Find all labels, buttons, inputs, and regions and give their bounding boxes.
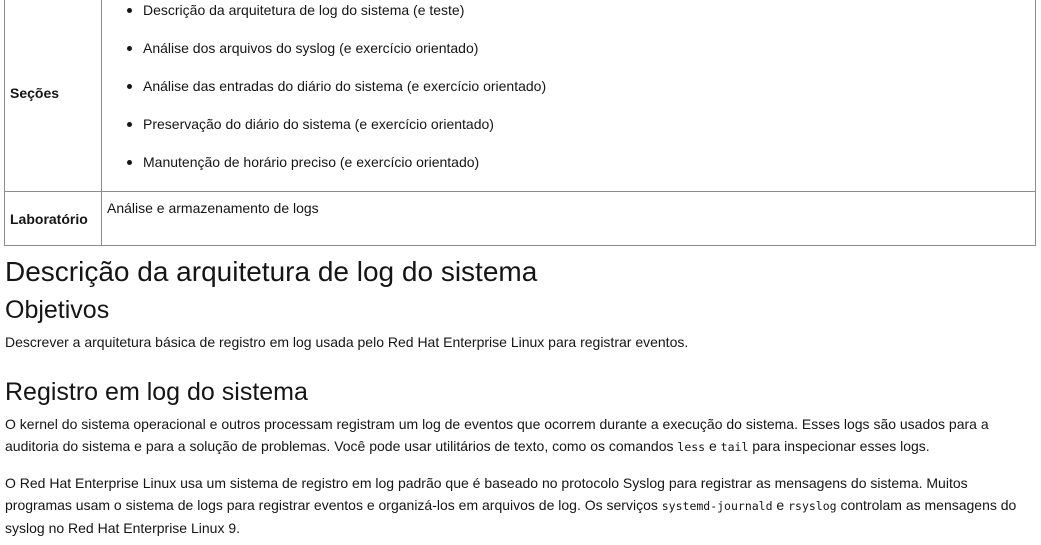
- sections-label: Seções: [4, 0, 102, 192]
- lab-value[interactable]: Análise e armazenamento de logs: [101, 191, 1036, 246]
- paragraph-1: O kernel do sistema operacional e outros…: [5, 413, 1035, 458]
- document-body: Descrição da arquitetura de log do siste…: [5, 252, 1035, 539]
- section-heading: Registro em log do sistema: [5, 378, 308, 406]
- code-tail: tail: [720, 440, 749, 454]
- objectives-text: Descrever a arquitetura básica de regist…: [5, 334, 689, 350]
- sections-row: Seções Descrição da arquitetura de log d…: [4, 0, 1036, 192]
- section-item[interactable]: Manutenção de horário preciso (e exercíc…: [127, 150, 1035, 188]
- section-item[interactable]: Descrição da arquitetura de log do siste…: [127, 0, 1035, 36]
- section-item[interactable]: Preservação do diário do sistema (e exer…: [127, 112, 1035, 150]
- code-rsyslog: rsyslog: [788, 499, 837, 513]
- paragraph-1-text-c: para inspecionar esses logs.: [748, 438, 930, 454]
- paragraph-2: O Red Hat Enterprise Linux usa um sistem…: [5, 472, 1035, 539]
- chapter-outline-table: Seções Descrição da arquitetura de log d…: [4, 0, 1036, 246]
- lab-label: Laboratório: [4, 191, 102, 246]
- objectives-heading: Objetivos: [5, 296, 110, 324]
- sections-list: Descrição da arquitetura de log do siste…: [107, 0, 1035, 188]
- page-title: Descrição da arquitetura de log do siste…: [5, 256, 538, 287]
- paragraph-2-text-b: e: [772, 497, 789, 513]
- page: Seções Descrição da arquitetura de log d…: [0, 0, 1041, 545]
- section-item[interactable]: Análise dos arquivos do syslog (e exercí…: [127, 36, 1035, 74]
- paragraph-1-text-b: e: [705, 438, 721, 454]
- code-systemd-journald: systemd-journald: [661, 499, 773, 513]
- sections-cell: Descrição da arquitetura de log do siste…: [101, 0, 1036, 192]
- code-less: less: [677, 440, 706, 454]
- lab-row: Laboratório Análise e armazenamento de l…: [4, 191, 1036, 246]
- section-item[interactable]: Análise das entradas do diário do sistem…: [127, 74, 1035, 112]
